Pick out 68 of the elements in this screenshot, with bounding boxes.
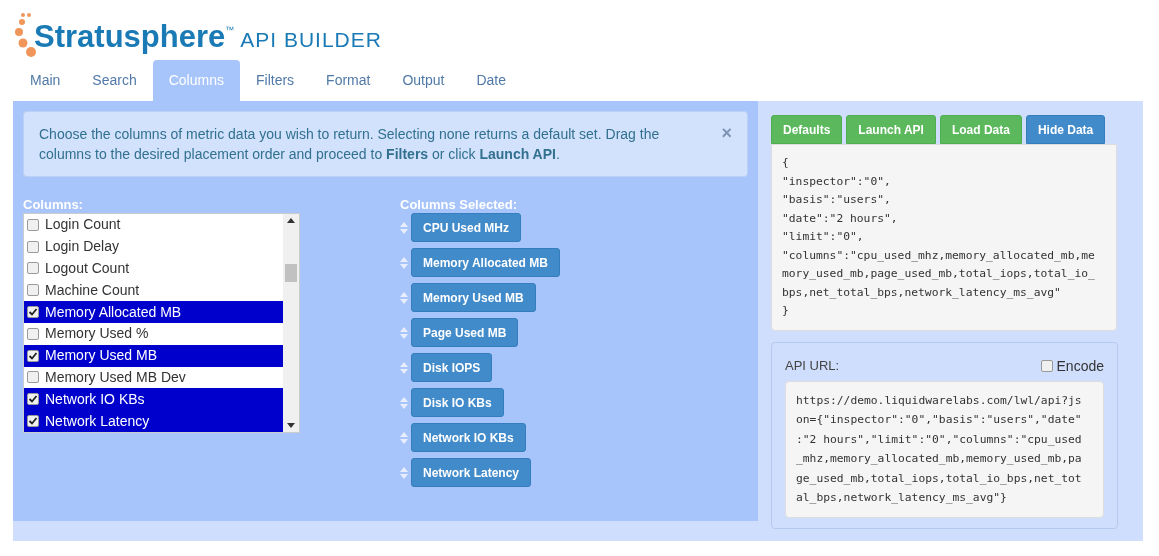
tab[interactable]: Format bbox=[310, 60, 387, 101]
drag-handle-icon[interactable] bbox=[400, 430, 408, 445]
checkmark-icon bbox=[28, 416, 38, 427]
brand-subtitle: API BUILDER bbox=[240, 29, 382, 50]
action-button[interactable]: Load Data bbox=[939, 115, 1022, 144]
selected-column-chip[interactable]: Memory Used MB bbox=[411, 283, 536, 312]
tab[interactable]: Output bbox=[386, 60, 461, 101]
list-item[interactable]: Network IO KBs bbox=[24, 388, 283, 411]
columns-listbox[interactable]: Login Count Login Delay Logout Count Machine Count Memory Allocated MB Memory Used % Memory Used MB Memory Used MB Dev Network IO KBs Network Latency bbox=[23, 213, 300, 433]
json-preview: { "inspector":"0", "basis":"users", "date":"2 hours", "limit":"0", "columns":"cpu_used_mhz,memory_allocated_mb,me mory_used_mb,page_used_mb,total_iops,total_io_ bps,net_total_bps,network_latency_ms_avg" } bbox=[771, 144, 1117, 331]
checkbox[interactable] bbox=[27, 349, 39, 362]
checkbox[interactable] bbox=[27, 262, 39, 275]
drag-handle-icon[interactable] bbox=[400, 395, 408, 410]
drag-handle-icon[interactable] bbox=[400, 290, 408, 305]
selected-column-chip[interactable]: Disk IOPS bbox=[411, 353, 493, 382]
checkbox[interactable] bbox=[27, 306, 39, 319]
list-item[interactable]: Login Count bbox=[24, 214, 283, 236]
drag-handle-icon[interactable] bbox=[400, 325, 408, 340]
checkbox[interactable] bbox=[27, 284, 39, 297]
action-button[interactable]: Hide Data bbox=[1025, 115, 1106, 144]
action-button[interactable]: Launch API bbox=[846, 115, 936, 144]
api-url-text: https://demo.liquidwarelabs.com/lwl/api?js on={"inspector":"0","basis":"users","date" :"2 hours","limit":"0","columns":"cpu_used _mhz,memory_allocated_mb,memory_used_mb,pa ge_used_mb,total_iops,total_io_bps,net_tot al_bps,network_latency_ms_avg"} bbox=[785, 380, 1104, 518]
checkbox[interactable] bbox=[27, 415, 39, 428]
checkbox[interactable] bbox=[27, 371, 39, 384]
selected-column-chip[interactable]: Network IO KBs bbox=[411, 423, 526, 452]
list-item[interactable]: Memory Used MB Dev bbox=[24, 366, 283, 389]
action-button[interactable]: Defaults bbox=[771, 115, 843, 144]
checkmark-icon bbox=[28, 394, 38, 405]
encode-label: Encode bbox=[1056, 356, 1104, 376]
alert-text: Choose the columns of metric data you wish to return. Selecting none returns a default set. Drag the columns to the desired placement order and proceed to Filters or click Launch API. bbox=[39, 125, 661, 164]
checkbox[interactable] bbox=[27, 393, 39, 406]
checkbox[interactable] bbox=[27, 218, 39, 231]
selected-columns-label: Columns Selected: bbox=[400, 197, 519, 212]
checkbox[interactable] bbox=[1040, 360, 1053, 372]
selected-column-chip[interactable]: Memory Allocated MB bbox=[411, 248, 560, 277]
drag-handle-icon[interactable] bbox=[400, 360, 408, 375]
drag-handle-icon[interactable] bbox=[400, 255, 408, 270]
close-button[interactable]: × bbox=[721, 124, 732, 142]
scroll-thumb[interactable] bbox=[285, 264, 297, 282]
selected-column-chip[interactable]: CPU Used MHz bbox=[411, 213, 521, 242]
brand-name: Stratusphere bbox=[34, 21, 226, 52]
checkbox[interactable] bbox=[27, 327, 39, 340]
selected-column-chip[interactable]: Disk IO KBs bbox=[411, 388, 504, 417]
tab[interactable]: Filters bbox=[239, 60, 311, 101]
scroll-down-icon[interactable] bbox=[287, 422, 295, 428]
scroll-up-icon[interactable] bbox=[287, 218, 295, 223]
tab[interactable]: Date bbox=[460, 60, 523, 101]
list-item[interactable]: Machine Count bbox=[24, 279, 283, 302]
list-item[interactable]: Logout Count bbox=[24, 257, 283, 280]
selected-column-chip[interactable]: Page Used MB bbox=[411, 318, 519, 347]
drag-handle-icon[interactable] bbox=[400, 465, 408, 480]
list-item[interactable]: Memory Used MB bbox=[24, 344, 283, 367]
drag-handle-icon[interactable] bbox=[400, 220, 408, 235]
list-item[interactable]: Memory Allocated MB bbox=[24, 301, 283, 323]
selected-column-chip[interactable]: Network Latency bbox=[411, 458, 532, 487]
logo-dots-icon bbox=[14, 12, 36, 58]
scrollbar[interactable] bbox=[283, 214, 299, 432]
columns-label: Columns: bbox=[23, 197, 84, 212]
checkmark-icon bbox=[28, 307, 38, 318]
list-item[interactable]: Login Delay bbox=[24, 235, 283, 258]
trademark: ™ bbox=[225, 24, 235, 37]
checkbox[interactable] bbox=[27, 240, 39, 253]
list-item[interactable]: Network Latency bbox=[24, 410, 283, 432]
checkmark-icon bbox=[28, 350, 38, 361]
tab[interactable]: Search bbox=[76, 60, 153, 101]
api-url-label: API URL: bbox=[785, 357, 840, 376]
tab[interactable]: Main bbox=[14, 60, 77, 101]
list-item[interactable]: Memory Used % bbox=[24, 323, 283, 345]
